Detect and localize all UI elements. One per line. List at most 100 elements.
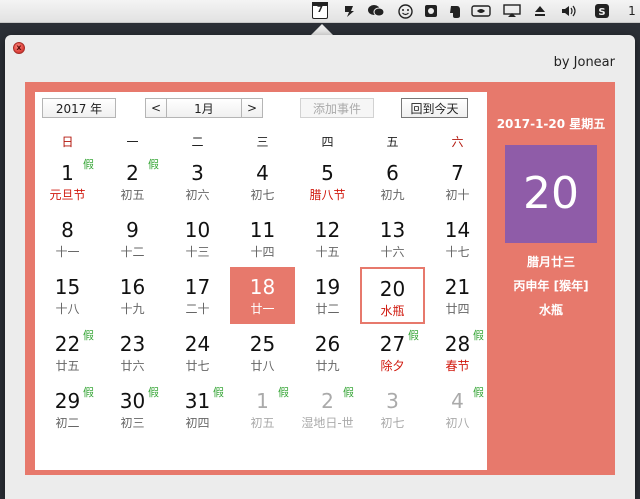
lunar-label: 廿七 bbox=[185, 359, 210, 373]
day-cell[interactable]: 2 初五假 bbox=[100, 153, 165, 210]
day-cell[interactable]: 6 初九 bbox=[360, 153, 425, 210]
calendar-menubar-icon[interactable]: 7 bbox=[310, 2, 330, 20]
day-number: 23 bbox=[119, 332, 146, 356]
lunar-label: 十四 bbox=[250, 245, 275, 259]
day-cell[interactable]: 12 十五 bbox=[295, 210, 360, 267]
close-button[interactable]: x bbox=[13, 42, 25, 54]
wechat-icon[interactable] bbox=[366, 2, 386, 20]
lunar-label: 廿四 bbox=[445, 302, 470, 316]
day-cell[interactable]: 27 除夕假 bbox=[360, 324, 425, 381]
lunar-label: 廿九 bbox=[315, 359, 340, 373]
lunar-label: 廿八 bbox=[250, 359, 275, 373]
ganzhi-year: 丙申年 [猴年] bbox=[513, 279, 589, 293]
author-label: by Jonear bbox=[553, 55, 615, 70]
holiday-tag: 假 bbox=[473, 386, 484, 399]
airplay-icon[interactable] bbox=[502, 2, 522, 20]
day-cell[interactable]: 9 十二 bbox=[100, 210, 165, 267]
month-select[interactable]: 1月 bbox=[167, 98, 241, 118]
back-to-today-button[interactable]: 回到今天 bbox=[401, 98, 468, 118]
holiday-tag: 假 bbox=[278, 386, 289, 399]
lunar-label: 十八 bbox=[55, 302, 80, 316]
lunar-label: 十一 bbox=[55, 245, 80, 259]
day-number: 4 bbox=[256, 161, 269, 185]
holiday-tag: 假 bbox=[83, 386, 94, 399]
day-cell[interactable]: 3 初六 bbox=[165, 153, 230, 210]
day-number: 24 bbox=[184, 332, 211, 356]
day-number: 15 bbox=[54, 275, 81, 299]
lunar-label: 腊八节 bbox=[309, 188, 346, 202]
day-cell[interactable]: 3 初七 bbox=[360, 381, 425, 438]
day-cell[interactable]: 17 二十 bbox=[165, 267, 230, 324]
weekday-mon: 一 bbox=[126, 135, 139, 149]
day-number: 7 bbox=[451, 161, 464, 185]
day-cell[interactable]: 22 廿五假 bbox=[35, 324, 100, 381]
evernote-icon[interactable] bbox=[446, 2, 464, 20]
day-cell[interactable]: 14 十七 bbox=[425, 210, 490, 267]
day-cell[interactable]: 2 湿地日-世假 bbox=[295, 381, 360, 438]
next-month-button[interactable]: > bbox=[241, 98, 263, 118]
day-number: 3 bbox=[191, 161, 204, 185]
day-cell[interactable]: 1 初五假 bbox=[230, 381, 295, 438]
lunar-label: 廿二 bbox=[315, 302, 340, 316]
lunar-label: 廿一 bbox=[250, 302, 275, 316]
lunar-label: 春节 bbox=[445, 359, 470, 373]
day-cell[interactable]: 29 初二假 bbox=[35, 381, 100, 438]
day-cell[interactable]: 25 廿八 bbox=[230, 324, 295, 381]
day-cell[interactable]: 30 初三假 bbox=[100, 381, 165, 438]
lunar-label: 廿五 bbox=[55, 359, 80, 373]
year-select[interactable]: 2017 年 bbox=[42, 98, 116, 118]
nvidia-icon[interactable] bbox=[470, 2, 492, 20]
skitch-icon[interactable]: S bbox=[592, 2, 612, 20]
record-icon[interactable] bbox=[422, 2, 440, 20]
day-number: 12 bbox=[314, 218, 341, 242]
weekday-sat: 六 bbox=[451, 135, 464, 149]
day-cell[interactable]: 19 廿二 bbox=[295, 267, 360, 324]
day-cell[interactable]: 31 初四假 bbox=[165, 381, 230, 438]
eject-icon[interactable] bbox=[532, 2, 548, 20]
day-number: 25 bbox=[249, 332, 276, 356]
day-number: 18 bbox=[249, 275, 276, 299]
calendar-icon-day: 7 bbox=[316, 5, 324, 15]
calendar-popover: x by Jonear 2017 年 < 1月 > 添加事件 回到今天 日 一 … bbox=[5, 35, 635, 499]
day-cell[interactable]: 4 初八假 bbox=[425, 381, 490, 438]
day-cell[interactable]: 18 廿一 bbox=[230, 267, 295, 324]
day-cell[interactable]: 28 春节假 bbox=[425, 324, 490, 381]
day-cell[interactable]: 21 廿四 bbox=[425, 267, 490, 324]
add-event-button[interactable]: 添加事件 bbox=[300, 98, 374, 118]
day-cell[interactable]: 4 初七 bbox=[230, 153, 295, 210]
day-number: 11 bbox=[249, 218, 276, 242]
day-cell[interactable]: 24 廿七 bbox=[165, 324, 230, 381]
lunar-label: 初五 bbox=[250, 416, 275, 430]
menubar-clock[interactable]: 1 bbox=[624, 2, 640, 20]
day-cell[interactable]: 8 十一 bbox=[35, 210, 100, 267]
month-grid-panel: 2017 年 < 1月 > 添加事件 回到今天 日 一 二 三 四 五 六 1元… bbox=[35, 92, 487, 470]
day-cell[interactable]: 13 十六 bbox=[360, 210, 425, 267]
day-number: 14 bbox=[444, 218, 471, 242]
weekday-fri: 五 bbox=[386, 135, 399, 149]
day-cell[interactable]: 15 十八 bbox=[35, 267, 100, 324]
lunar-label: 十六 bbox=[380, 245, 405, 259]
day-number: 20 bbox=[379, 277, 406, 301]
volume-icon[interactable] bbox=[560, 2, 578, 20]
day-cell[interactable]: 23 廿六 bbox=[100, 324, 165, 381]
day-cell[interactable]: 5 腊八节 bbox=[295, 153, 360, 210]
lunar-label: 除夕 bbox=[380, 359, 405, 373]
day-cell[interactable]: 1 元旦节假 bbox=[35, 153, 100, 210]
lunar-label: 元旦节 bbox=[49, 188, 86, 202]
day-cell[interactable]: 16 十九 bbox=[100, 267, 165, 324]
day-cell[interactable]: 11 十四 bbox=[230, 210, 295, 267]
lunar-label: 十五 bbox=[315, 245, 340, 259]
lunar-label: 二十 bbox=[185, 302, 210, 316]
prev-month-button[interactable]: < bbox=[145, 98, 167, 118]
day-cell[interactable]: 20 水瓶 bbox=[360, 267, 425, 324]
day-number: 16 bbox=[119, 275, 146, 299]
smiley-icon[interactable] bbox=[396, 2, 414, 20]
day-cell[interactable]: 10 十三 bbox=[165, 210, 230, 267]
svg-text:S: S bbox=[598, 7, 605, 18]
scrivener-icon[interactable] bbox=[340, 2, 358, 20]
holiday-tag: 假 bbox=[408, 329, 419, 342]
day-cell[interactable]: 26 廿九 bbox=[295, 324, 360, 381]
day-number: 17 bbox=[184, 275, 211, 299]
day-number: 13 bbox=[379, 218, 406, 242]
day-cell[interactable]: 7 初十 bbox=[425, 153, 490, 210]
